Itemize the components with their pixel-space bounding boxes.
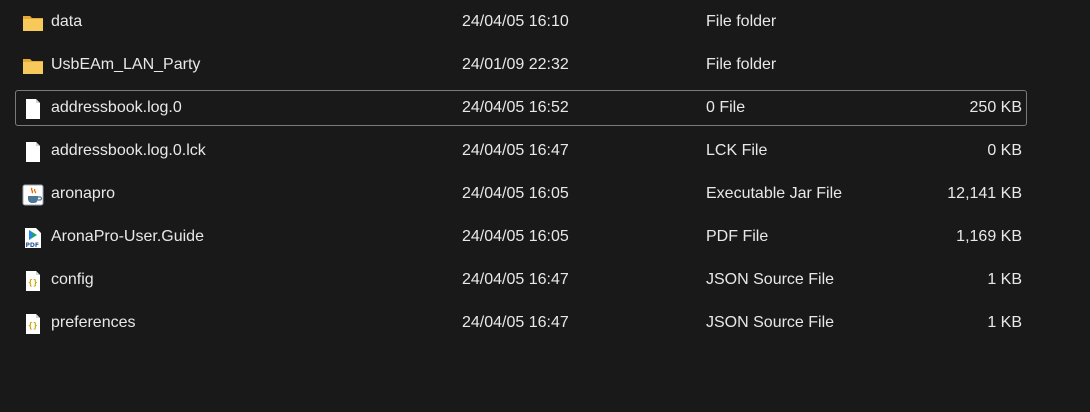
file-row-usbeam[interactable]: UsbEAm_LAN_Party 24/01/09 22:32 File fol… <box>15 47 1027 83</box>
file-type: Executable Jar File <box>706 185 843 202</box>
svg-text:{}: {} <box>28 278 38 287</box>
svg-text:PDF: PDF <box>26 242 39 249</box>
file-row-addressbook-log[interactable]: addressbook.log.0 24/04/05 16:52 0 File … <box>15 90 1027 126</box>
file-row-addressbook-lck[interactable]: addressbook.log.0.lck 24/04/05 16:47 LCK… <box>15 133 1027 169</box>
file-type: PDF File <box>706 228 769 245</box>
file-size: 1 KB <box>987 271 1022 288</box>
file-name: data <box>51 13 83 30</box>
file-name: preferences <box>51 314 136 331</box>
file-date: 24/04/05 16:05 <box>462 228 569 245</box>
document-icon <box>22 98 44 120</box>
file-date: 24/04/05 16:47 <box>462 314 569 331</box>
file-name: UsbEAm_LAN_Party <box>51 56 201 73</box>
folder-icon <box>22 12 44 34</box>
file-date: 24/01/09 22:32 <box>462 56 569 73</box>
file-date: 24/04/05 16:47 <box>462 142 569 159</box>
file-name: addressbook.log.0 <box>51 99 182 116</box>
file-name: config <box>51 271 94 288</box>
file-size: 1,169 KB <box>956 228 1022 245</box>
file-type: 0 File <box>706 99 746 116</box>
file-date: 24/04/05 16:10 <box>462 13 569 30</box>
file-date: 24/04/05 16:47 <box>462 271 569 288</box>
file-size: 250 KB <box>969 99 1022 116</box>
json-file-icon: {} <box>22 270 44 292</box>
document-icon <box>22 141 44 163</box>
java-jar-icon <box>22 184 44 206</box>
file-name: AronaPro-User.Guide <box>51 228 204 245</box>
file-type: JSON Source File <box>706 314 835 331</box>
file-type: File folder <box>706 13 777 30</box>
file-type: File folder <box>706 56 777 73</box>
file-type: JSON Source File <box>706 271 835 288</box>
file-row-aronapro[interactable]: aronapro 24/04/05 16:05 Executable Jar F… <box>15 176 1027 212</box>
file-size: 0 KB <box>987 142 1022 159</box>
file-row-config[interactable]: {} config 24/04/05 16:47 JSON Source Fil… <box>15 262 1027 298</box>
file-size: 12,141 KB <box>947 185 1022 202</box>
file-row-preferences[interactable]: {} preferences 24/04/05 16:47 JSON Sourc… <box>15 305 1027 341</box>
file-date: 24/04/05 16:52 <box>462 99 569 116</box>
svg-text:{}: {} <box>28 321 38 330</box>
file-type: LCK File <box>706 142 768 159</box>
json-file-icon: {} <box>22 313 44 335</box>
file-date: 24/04/05 16:05 <box>462 185 569 202</box>
file-name: addressbook.log.0.lck <box>51 142 206 159</box>
folder-icon <box>22 55 44 77</box>
pdf-icon: PDF <box>22 227 44 249</box>
file-size: 1 KB <box>987 314 1022 331</box>
file-name: aronapro <box>51 185 116 202</box>
file-row-data[interactable]: data 24/04/05 16:10 File folder <box>15 4 1027 40</box>
file-row-aronapro-guide[interactable]: PDF AronaPro-User.Guide 24/04/05 16:05 P… <box>15 219 1027 255</box>
